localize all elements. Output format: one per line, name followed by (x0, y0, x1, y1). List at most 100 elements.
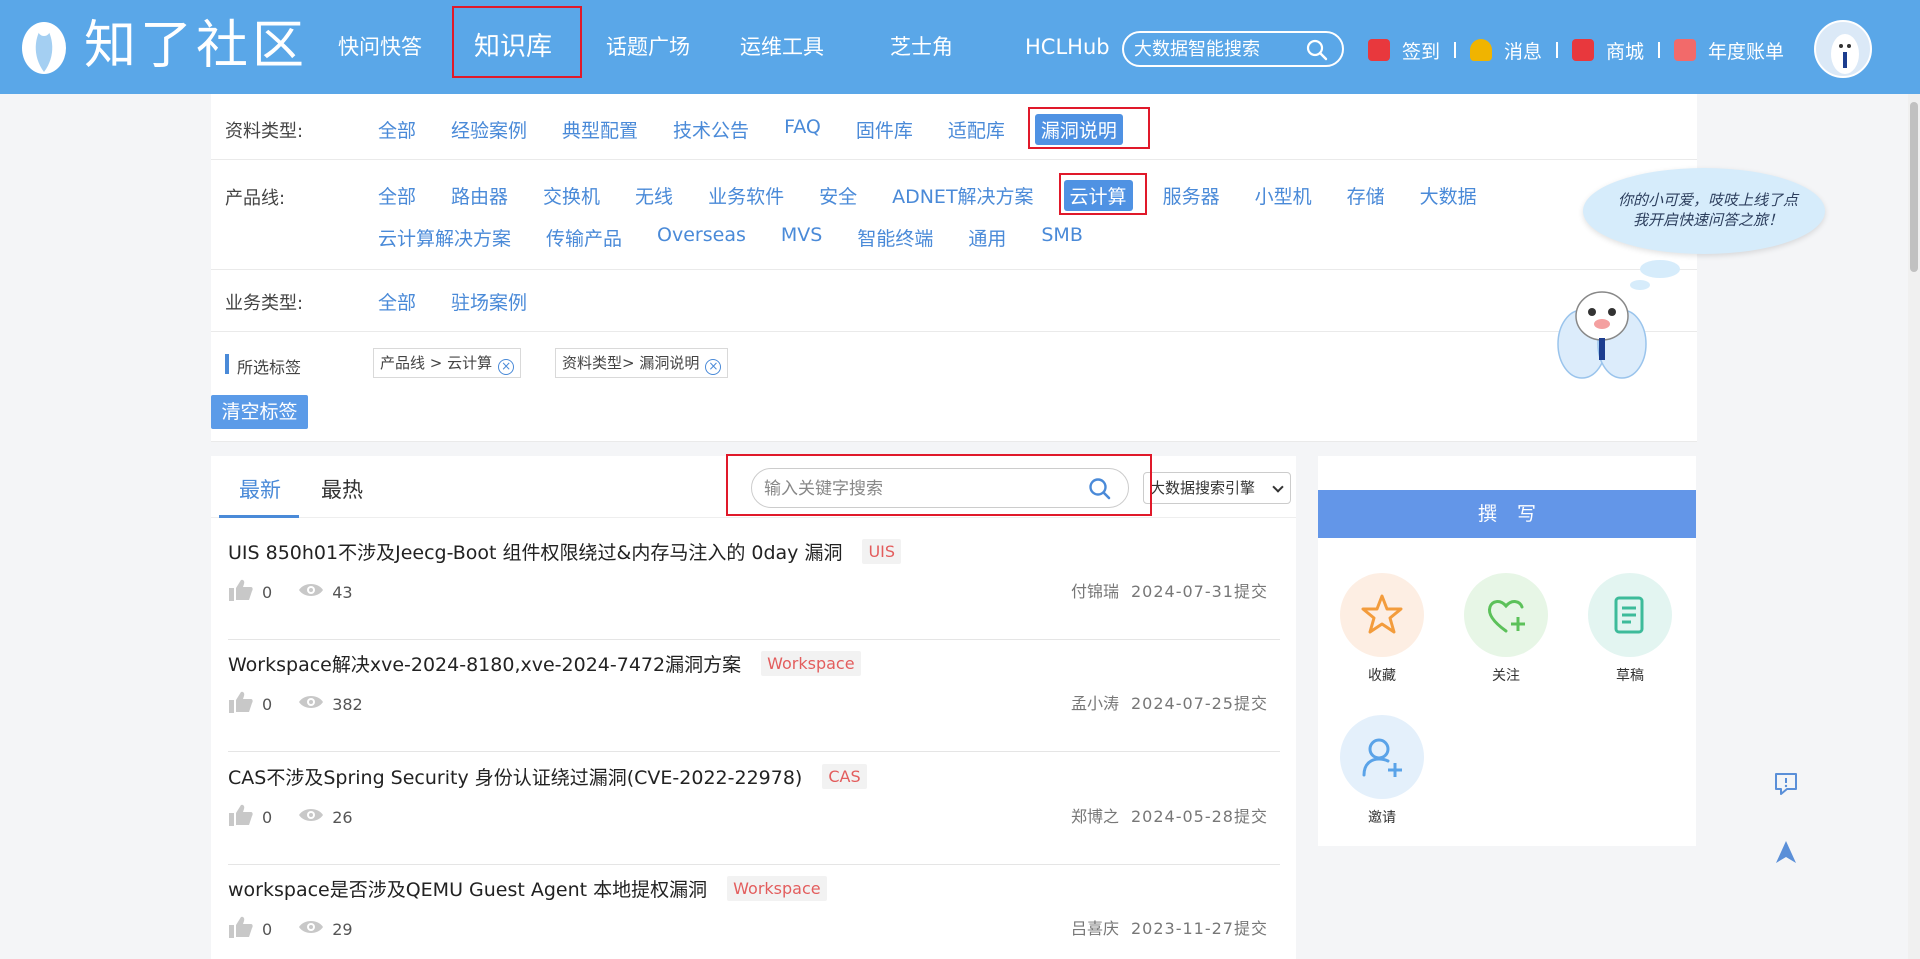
filter-product-label: 产品线: (225, 188, 286, 209)
thumbs-up-icon[interactable] (228, 578, 254, 606)
article-tag[interactable]: Workspace (727, 876, 827, 901)
write-button[interactable]: 撰写 (1318, 490, 1696, 538)
mascot-cicada-icon[interactable] (1552, 284, 1652, 380)
product-option[interactable]: 全部 (378, 182, 416, 211)
article-row[interactable]: CAS不涉及Spring Security 身份认证绕过漏洞(CVE-2022-… (228, 753, 1280, 865)
product-option[interactable]: 智能终端 (857, 224, 933, 251)
type-option[interactable]: FAQ (784, 116, 821, 145)
divider (1658, 42, 1661, 58)
article-author[interactable]: 孟小涛 (1071, 694, 1119, 713)
article-tag[interactable]: Workspace (761, 651, 861, 676)
article-author[interactable]: 付锦瑞 (1071, 582, 1119, 601)
type-option[interactable]: 全部 (378, 116, 416, 145)
thumbs-up-icon[interactable] (228, 915, 254, 943)
keyword-search-input[interactable] (764, 478, 1064, 500)
header-search-input[interactable] (1134, 39, 1294, 59)
product-option[interactable]: 云计算解决方案 (378, 224, 511, 251)
nav-ops-tools[interactable]: 运维工具 (714, 0, 858, 94)
article-title[interactable]: workspace是否涉及QEMU Guest Agent 本地提权漏洞 Work… (228, 875, 827, 902)
article-title[interactable]: UIS 850h01不涉及Jeecg-Boot 组件权限绕过&内存马注入的 0d… (228, 538, 902, 565)
scrollbar-thumb[interactable] (1910, 102, 1918, 272)
product-option[interactable]: 服务器 (1163, 182, 1220, 211)
view-count: 26 (332, 807, 353, 827)
page-scrollbar[interactable] (1908, 94, 1920, 959)
search-icon[interactable] (1306, 39, 1328, 65)
drafts-action[interactable]: 草稿 (1588, 573, 1672, 685)
logo[interactable]: 知了社区 (18, 14, 308, 78)
article-row[interactable]: workspace是否涉及QEMU Guest Agent 本地提权漏洞 Work… (228, 865, 1280, 959)
product-option[interactable]: 安全 (819, 182, 857, 211)
product-option[interactable]: 交换机 (543, 182, 600, 211)
nav-quick-qa[interactable]: 快问快答 (310, 0, 450, 94)
type-option[interactable]: 典型配置 (562, 116, 638, 145)
nav-cheese-corner[interactable]: 芝士角 (858, 0, 989, 94)
like-count: 0 (262, 807, 273, 827)
mascot-speech-bubble[interactable]: 你的小可爱，吱吱上线了点我开启快速问答之旅！ (1583, 168, 1825, 254)
search-engine-select[interactable]: 大数据搜索引擎 (1143, 472, 1291, 504)
nav-topic-square[interactable]: 话题广场 (580, 0, 714, 94)
product-option[interactable]: 业务软件 (708, 182, 784, 211)
annual-bill-link[interactable]: 年度账单 (1674, 37, 1784, 64)
article-tag[interactable]: UIS (862, 539, 902, 564)
product-option[interactable]: 无线 (635, 182, 673, 211)
article-tag[interactable]: CAS (822, 764, 867, 789)
thumbs-up-icon[interactable] (228, 803, 254, 831)
follow-action[interactable]: 关注 (1464, 573, 1548, 685)
mall-link[interactable]: 商城 (1572, 37, 1644, 64)
product-option[interactable]: 大数据 (1420, 182, 1477, 211)
search-icon[interactable] (1088, 477, 1112, 505)
business-option[interactable]: 全部 (378, 288, 416, 315)
eye-icon (298, 693, 324, 715)
filter-panel: 资料类型: 全部 经验案例 典型配置 技术公告 FAQ 固件库 适配库 漏洞说明… (211, 94, 1697, 442)
product-option[interactable]: 传输产品 (546, 224, 622, 251)
product-option-selected[interactable]: 云计算 (1063, 180, 1133, 211)
article-row[interactable]: UIS 850h01不涉及Jeecg-Boot 组件权限绕过&内存马注入的 0d… (228, 528, 1280, 640)
type-option[interactable]: 固件库 (856, 116, 913, 145)
product-option[interactable]: MVS (781, 224, 822, 251)
type-option[interactable]: 经验案例 (451, 116, 527, 145)
article-meta: 0 43 (228, 578, 353, 606)
nav-knowledge-base[interactable]: 知识库 (450, 0, 580, 94)
keyword-search[interactable] (751, 468, 1129, 508)
article-author[interactable]: 吕喜庆 (1071, 919, 1119, 938)
product-option[interactable]: 小型机 (1255, 182, 1312, 211)
type-option-selected[interactable]: 漏洞说明 (1034, 114, 1123, 145)
messages-link[interactable]: 消息 (1470, 37, 1542, 64)
header-search[interactable] (1122, 31, 1344, 67)
close-icon[interactable]: × (705, 359, 722, 375)
nav-hclhub[interactable]: HCLHub (989, 0, 1120, 94)
invite-action[interactable]: 邀请 (1340, 715, 1424, 827)
follow-label: 关注 (1492, 668, 1520, 684)
thumbs-up-icon[interactable] (228, 690, 254, 718)
product-option[interactable]: 通用 (968, 224, 1006, 251)
article-title[interactable]: Workspace解决xve-2024-8180,xve-2024-7472漏洞… (228, 650, 861, 677)
type-option[interactable]: 技术公告 (673, 116, 749, 145)
tab-latest[interactable]: 最新 (239, 474, 281, 504)
selected-tag[interactable]: 资料类型> 漏洞说明 × (555, 348, 729, 378)
filter-row-type: 资料类型: 全部 经验案例 典型配置 技术公告 FAQ 固件库 适配库 漏洞说明 (211, 94, 1697, 160)
favorites-action[interactable]: 收藏 (1340, 573, 1424, 685)
type-option[interactable]: 适配库 (948, 116, 1005, 145)
product-option[interactable]: ADNET解决方案 (892, 182, 1033, 211)
back-to-top-icon[interactable] (1772, 838, 1800, 870)
article-author[interactable]: 郑博之 (1071, 807, 1119, 826)
clear-tags-button[interactable]: 清空标签 (211, 395, 308, 429)
product-option[interactable]: 路由器 (451, 182, 508, 211)
business-option[interactable]: 驻场案例 (451, 288, 527, 315)
product-option[interactable]: SMB (1041, 224, 1083, 251)
chevron-down-icon (1272, 481, 1284, 493)
eye-icon (298, 918, 324, 940)
invite-label: 邀请 (1368, 810, 1396, 826)
article-author-date: 付锦瑞 2024-07-31提交 (1071, 578, 1268, 602)
product-option[interactable]: Overseas (657, 224, 746, 251)
checkin-link[interactable]: 签到 (1368, 37, 1440, 64)
close-icon[interactable]: × (498, 359, 515, 375)
user-avatar[interactable] (1814, 20, 1872, 78)
feedback-icon[interactable] (1772, 770, 1800, 802)
product-option[interactable]: 存储 (1347, 182, 1385, 211)
tab-hottest[interactable]: 最热 (321, 474, 363, 504)
selected-tag[interactable]: 产品线 > 云计算 × (373, 348, 522, 378)
article-row[interactable]: Workspace解决xve-2024-8180,xve-2024-7472漏洞… (228, 640, 1280, 752)
article-list-panel: 最新 最热 大数据搜索引擎 UIS 850h01不涉及Jeecg-Boot 组件… (211, 454, 1296, 959)
article-title[interactable]: CAS不涉及Spring Security 身份认证绕过漏洞(CVE-2022-… (228, 763, 867, 790)
